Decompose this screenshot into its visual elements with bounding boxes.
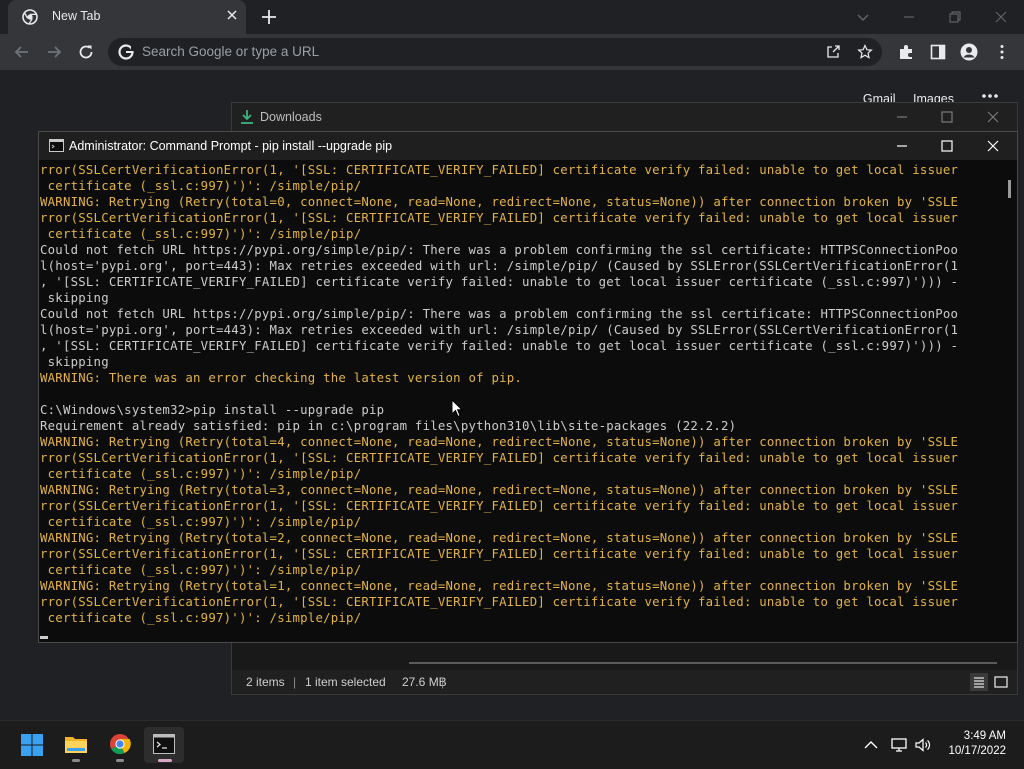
status-divider: | xyxy=(293,675,297,689)
taskbar-chrome[interactable] xyxy=(100,727,140,763)
cmd-scrollbar-thumb[interactable] xyxy=(1008,180,1011,198)
cmd-titlebar[interactable]: Administrator: Command Prompt - pip inst… xyxy=(39,132,1017,160)
back-icon[interactable] xyxy=(12,42,32,62)
console-line: skipping xyxy=(40,355,109,369)
console-line: Could not fetch URL https://pypi.org/sim… xyxy=(40,307,959,321)
details-view-icon[interactable] xyxy=(970,673,988,691)
text-cursor xyxy=(40,636,48,639)
large-icons-view-icon[interactable] xyxy=(992,673,1010,691)
running-indicator xyxy=(116,759,124,762)
mouse-pointer-icon xyxy=(451,399,463,418)
console-line: l(host='pypi.org', port=443): Max retrie… xyxy=(40,259,959,273)
downloads-titlebar[interactable]: Downloads xyxy=(232,103,1017,131)
cmd-maximize-icon[interactable] xyxy=(939,138,955,154)
downloads-maximize-icon[interactable] xyxy=(939,109,955,125)
chrome-toolbar: Search Google or type a URL xyxy=(0,34,1024,70)
console-line: l(host='pypi.org', port=443): Max retrie… xyxy=(40,323,959,337)
cmd-minimize-icon[interactable] xyxy=(894,138,910,154)
console-line: rror(SSLCertVerificationError(1, '[SSL: … xyxy=(40,595,959,609)
minimize-icon[interactable] xyxy=(898,6,920,28)
console-line: certificate (_ssl.c:997)')': /simple/pip… xyxy=(40,227,362,241)
bookmark-star-icon[interactable] xyxy=(857,44,873,60)
console-line: rror(SSLCertVerificationError(1, '[SSL: … xyxy=(40,451,959,465)
file-explorer-icon xyxy=(65,737,87,753)
console-line: Requirement already satisfied: pip in c:… xyxy=(40,419,737,433)
omnibox[interactable]: Search Google or type a URL xyxy=(108,38,882,66)
cmd-close-icon[interactable] xyxy=(985,138,1001,154)
profile-avatar-icon[interactable] xyxy=(960,43,978,61)
status-size: 27.6 MB xyxy=(402,675,447,689)
console-line: Could not fetch URL https://pypi.org/sim… xyxy=(40,243,959,257)
side-panel-icon[interactable] xyxy=(929,43,947,61)
download-folder-icon xyxy=(241,110,253,124)
console-line: skipping xyxy=(40,291,109,305)
command-prompt-window: Administrator: Command Prompt - pip inst… xyxy=(38,131,1018,643)
console-line: rror(SSLCertVerificationError(1, '[SSL: … xyxy=(40,211,959,225)
volume-icon[interactable] xyxy=(914,736,932,754)
console-line: rror(SSLCertVerificationError(1, '[SSL: … xyxy=(40,547,959,561)
close-tab-icon[interactable] xyxy=(224,7,240,23)
downloads-horizontal-scrollbar[interactable] xyxy=(409,662,997,664)
clock-time: 3:49 AM xyxy=(963,730,1006,742)
cmd-app-icon xyxy=(49,139,64,152)
console-line: certificate (_ssl.c:997)')': /simple/pip… xyxy=(40,179,362,193)
console-output[interactable]: rror(SSLCertVerificationError(1, '[SSL: … xyxy=(39,162,1000,640)
console-line: WARNING: Retrying (Retry(total=2, connec… xyxy=(40,531,959,545)
omnibox-placeholder: Search Google or type a URL xyxy=(142,44,320,59)
running-indicator xyxy=(72,759,80,762)
console-line: certificate (_ssl.c:997)')': /simple/pip… xyxy=(40,467,362,481)
new-tab-icon[interactable] xyxy=(258,6,280,28)
chrome-menu-icon[interactable] xyxy=(993,43,1011,61)
status-selected: 1 item selected xyxy=(305,675,386,689)
console-line: certificate (_ssl.c:997)')': /simple/pip… xyxy=(40,563,362,577)
cmd-title: Administrator: Command Prompt - pip inst… xyxy=(69,139,393,153)
network-icon[interactable] xyxy=(890,736,908,754)
console-line: rror(SSLCertVerificationError(1, '[SSL: … xyxy=(40,499,959,513)
show-hidden-icons-chevron-icon[interactable] xyxy=(862,736,880,754)
chrome-favicon-icon xyxy=(22,9,38,25)
chrome-icon xyxy=(110,734,131,755)
active-indicator xyxy=(158,759,172,762)
forward-icon[interactable] xyxy=(44,42,64,62)
downloads-status-bar: 2 items | 1 item selected 27.6 MB | xyxy=(232,670,1017,694)
start-icon xyxy=(21,734,43,756)
system-clock[interactable]: 3:49 AM 10/17/2022 xyxy=(948,729,1006,759)
console-line: , '[SSL: CERTIFICATE_VERIFY_FAILED] cert… xyxy=(40,275,959,289)
status-divider-2: | xyxy=(441,675,445,689)
console-line: certificate (_ssl.c:997)')': /simple/pip… xyxy=(40,611,362,625)
downloads-minimize-icon[interactable] xyxy=(894,109,910,125)
taskbar-file-explorer[interactable] xyxy=(56,727,96,763)
console-line: C:\Windows\system32>pip install --upgrad… xyxy=(40,403,385,417)
tab-search-icon[interactable] xyxy=(852,6,874,28)
console-line: WARNING: Retrying (Retry(total=4, connec… xyxy=(40,435,959,449)
downloads-title: Downloads xyxy=(260,110,322,124)
extensions-icon[interactable] xyxy=(897,43,915,61)
console-line: rror(SSLCertVerificationError(1, '[SSL: … xyxy=(40,163,959,177)
chrome-tab-strip: New Tab xyxy=(0,0,1024,34)
terminal-icon xyxy=(153,734,175,754)
console-line: WARNING: There was an error checking the… xyxy=(40,371,523,385)
downloads-close-icon[interactable] xyxy=(985,109,1001,125)
status-item-count: 2 items xyxy=(246,675,285,689)
console-line: WARNING: Retrying (Retry(total=3, connec… xyxy=(40,483,959,497)
restore-icon[interactable] xyxy=(944,6,966,28)
tab-new-tab[interactable]: New Tab xyxy=(8,0,246,34)
console-line: , '[SSL: CERTIFICATE_VERIFY_FAILED] cert… xyxy=(40,339,959,353)
start-button[interactable] xyxy=(12,727,52,763)
taskbar-command-prompt[interactable] xyxy=(144,727,184,763)
clock-date: 10/17/2022 xyxy=(948,745,1006,757)
share-icon[interactable] xyxy=(825,44,841,60)
console-line: WARNING: Retrying (Retry(total=0, connec… xyxy=(40,195,959,209)
taskbar: 3:49 AM 10/17/2022 xyxy=(0,720,1024,769)
google-icon xyxy=(118,44,134,60)
reload-icon[interactable] xyxy=(76,42,96,62)
close-window-icon[interactable] xyxy=(990,6,1012,28)
tab-title: New Tab xyxy=(52,9,101,23)
console-line: WARNING: Retrying (Retry(total=1, connec… xyxy=(40,579,959,593)
console-line: certificate (_ssl.c:997)')': /simple/pip… xyxy=(40,515,362,529)
